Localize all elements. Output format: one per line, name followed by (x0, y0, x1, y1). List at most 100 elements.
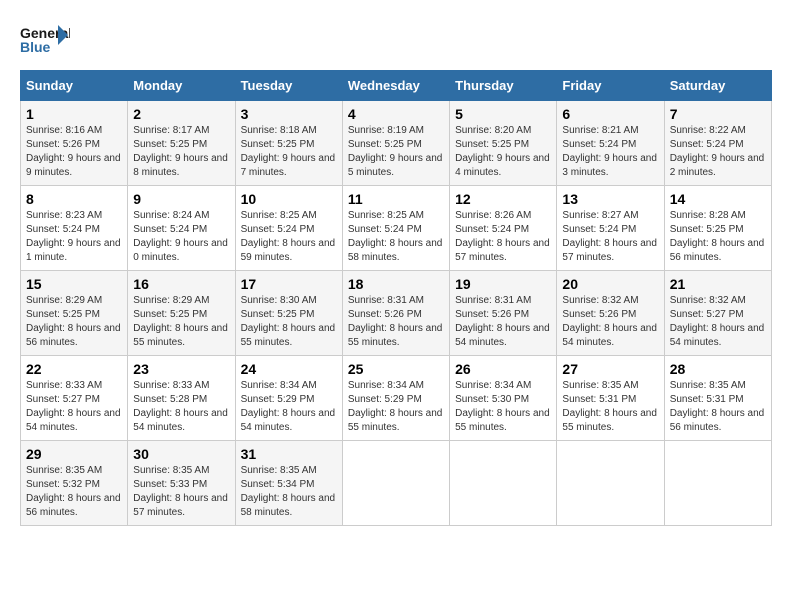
column-header-monday: Monday (128, 71, 235, 101)
day-info: Sunrise: 8:34 AMSunset: 5:29 PMDaylight:… (348, 380, 443, 433)
calendar-cell: 22 Sunrise: 8:33 AMSunset: 5:27 PMDaylig… (21, 356, 128, 441)
day-info: Sunrise: 8:27 AMSunset: 5:24 PMDaylight:… (562, 210, 657, 263)
calendar-cell: 26 Sunrise: 8:34 AMSunset: 5:30 PMDaylig… (450, 356, 557, 441)
calendar-cell: 18 Sunrise: 8:31 AMSunset: 5:26 PMDaylig… (342, 271, 449, 356)
calendar-table: SundayMondayTuesdayWednesdayThursdayFrid… (20, 70, 772, 526)
day-info: Sunrise: 8:35 AMSunset: 5:31 PMDaylight:… (562, 380, 657, 433)
day-info: Sunrise: 8:33 AMSunset: 5:28 PMDaylight:… (133, 380, 228, 433)
day-number: 26 (455, 361, 551, 377)
calendar-cell: 6 Sunrise: 8:21 AMSunset: 5:24 PMDayligh… (557, 101, 664, 186)
calendar-cell: 10 Sunrise: 8:25 AMSunset: 5:24 PMDaylig… (235, 186, 342, 271)
day-number: 15 (26, 276, 122, 292)
calendar-cell: 13 Sunrise: 8:27 AMSunset: 5:24 PMDaylig… (557, 186, 664, 271)
day-info: Sunrise: 8:23 AMSunset: 5:24 PMDaylight:… (26, 210, 121, 263)
calendar-cell: 29 Sunrise: 8:35 AMSunset: 5:32 PMDaylig… (21, 441, 128, 526)
day-number: 10 (241, 191, 337, 207)
calendar-cell: 5 Sunrise: 8:20 AMSunset: 5:25 PMDayligh… (450, 101, 557, 186)
day-number: 11 (348, 191, 444, 207)
calendar-cell: 12 Sunrise: 8:26 AMSunset: 5:24 PMDaylig… (450, 186, 557, 271)
day-info: Sunrise: 8:35 AMSunset: 5:33 PMDaylight:… (133, 465, 228, 518)
day-info: Sunrise: 8:22 AMSunset: 5:24 PMDaylight:… (670, 125, 765, 178)
day-info: Sunrise: 8:35 AMSunset: 5:34 PMDaylight:… (241, 465, 336, 518)
day-info: Sunrise: 8:17 AMSunset: 5:25 PMDaylight:… (133, 125, 228, 178)
calendar-cell: 27 Sunrise: 8:35 AMSunset: 5:31 PMDaylig… (557, 356, 664, 441)
day-info: Sunrise: 8:28 AMSunset: 5:25 PMDaylight:… (670, 210, 765, 263)
calendar-cell: 24 Sunrise: 8:34 AMSunset: 5:29 PMDaylig… (235, 356, 342, 441)
calendar-cell (342, 441, 449, 526)
day-number: 20 (562, 276, 658, 292)
day-number: 31 (241, 446, 337, 462)
calendar-cell: 14 Sunrise: 8:28 AMSunset: 5:25 PMDaylig… (664, 186, 771, 271)
column-header-thursday: Thursday (450, 71, 557, 101)
calendar-week-4: 22 Sunrise: 8:33 AMSunset: 5:27 PMDaylig… (21, 356, 772, 441)
calendar-cell: 1 Sunrise: 8:16 AMSunset: 5:26 PMDayligh… (21, 101, 128, 186)
day-number: 23 (133, 361, 229, 377)
day-number: 6 (562, 106, 658, 122)
calendar-cell: 31 Sunrise: 8:35 AMSunset: 5:34 PMDaylig… (235, 441, 342, 526)
calendar-cell: 30 Sunrise: 8:35 AMSunset: 5:33 PMDaylig… (128, 441, 235, 526)
calendar-cell: 25 Sunrise: 8:34 AMSunset: 5:29 PMDaylig… (342, 356, 449, 441)
day-info: Sunrise: 8:18 AMSunset: 5:25 PMDaylight:… (241, 125, 336, 178)
day-info: Sunrise: 8:29 AMSunset: 5:25 PMDaylight:… (133, 295, 228, 348)
column-header-saturday: Saturday (664, 71, 771, 101)
day-info: Sunrise: 8:30 AMSunset: 5:25 PMDaylight:… (241, 295, 336, 348)
day-info: Sunrise: 8:32 AMSunset: 5:26 PMDaylight:… (562, 295, 657, 348)
calendar-cell (450, 441, 557, 526)
calendar-body: 1 Sunrise: 8:16 AMSunset: 5:26 PMDayligh… (21, 101, 772, 526)
calendar-week-5: 29 Sunrise: 8:35 AMSunset: 5:32 PMDaylig… (21, 441, 772, 526)
day-number: 14 (670, 191, 766, 207)
day-info: Sunrise: 8:35 AMSunset: 5:31 PMDaylight:… (670, 380, 765, 433)
day-number: 9 (133, 191, 229, 207)
calendar-cell: 11 Sunrise: 8:25 AMSunset: 5:24 PMDaylig… (342, 186, 449, 271)
day-number: 22 (26, 361, 122, 377)
column-header-friday: Friday (557, 71, 664, 101)
day-info: Sunrise: 8:16 AMSunset: 5:26 PMDaylight:… (26, 125, 121, 178)
calendar-cell: 7 Sunrise: 8:22 AMSunset: 5:24 PMDayligh… (664, 101, 771, 186)
day-number: 25 (348, 361, 444, 377)
day-number: 13 (562, 191, 658, 207)
day-number: 30 (133, 446, 229, 462)
day-number: 1 (26, 106, 122, 122)
calendar-header: SundayMondayTuesdayWednesdayThursdayFrid… (21, 71, 772, 101)
logo: General Blue (20, 20, 74, 60)
calendar-cell: 3 Sunrise: 8:18 AMSunset: 5:25 PMDayligh… (235, 101, 342, 186)
day-number: 24 (241, 361, 337, 377)
calendar-cell: 4 Sunrise: 8:19 AMSunset: 5:25 PMDayligh… (342, 101, 449, 186)
day-number: 12 (455, 191, 551, 207)
day-info: Sunrise: 8:25 AMSunset: 5:24 PMDaylight:… (348, 210, 443, 263)
calendar-cell: 28 Sunrise: 8:35 AMSunset: 5:31 PMDaylig… (664, 356, 771, 441)
day-info: Sunrise: 8:26 AMSunset: 5:24 PMDaylight:… (455, 210, 550, 263)
day-info: Sunrise: 8:31 AMSunset: 5:26 PMDaylight:… (455, 295, 550, 348)
day-number: 29 (26, 446, 122, 462)
day-number: 8 (26, 191, 122, 207)
day-info: Sunrise: 8:20 AMSunset: 5:25 PMDaylight:… (455, 125, 550, 178)
day-info: Sunrise: 8:21 AMSunset: 5:24 PMDaylight:… (562, 125, 657, 178)
day-info: Sunrise: 8:29 AMSunset: 5:25 PMDaylight:… (26, 295, 121, 348)
day-number: 4 (348, 106, 444, 122)
calendar-cell: 2 Sunrise: 8:17 AMSunset: 5:25 PMDayligh… (128, 101, 235, 186)
column-header-sunday: Sunday (21, 71, 128, 101)
calendar-cell (557, 441, 664, 526)
day-info: Sunrise: 8:31 AMSunset: 5:26 PMDaylight:… (348, 295, 443, 348)
day-info: Sunrise: 8:34 AMSunset: 5:29 PMDaylight:… (241, 380, 336, 433)
page-header: General Blue (20, 20, 772, 60)
calendar-cell: 20 Sunrise: 8:32 AMSunset: 5:26 PMDaylig… (557, 271, 664, 356)
calendar-week-2: 8 Sunrise: 8:23 AMSunset: 5:24 PMDayligh… (21, 186, 772, 271)
calendar-cell: 8 Sunrise: 8:23 AMSunset: 5:24 PMDayligh… (21, 186, 128, 271)
calendar-cell: 17 Sunrise: 8:30 AMSunset: 5:25 PMDaylig… (235, 271, 342, 356)
day-number: 2 (133, 106, 229, 122)
day-number: 28 (670, 361, 766, 377)
calendar-week-3: 15 Sunrise: 8:29 AMSunset: 5:25 PMDaylig… (21, 271, 772, 356)
day-number: 27 (562, 361, 658, 377)
day-info: Sunrise: 8:24 AMSunset: 5:24 PMDaylight:… (133, 210, 228, 263)
day-info: Sunrise: 8:34 AMSunset: 5:30 PMDaylight:… (455, 380, 550, 433)
day-number: 16 (133, 276, 229, 292)
calendar-cell: 16 Sunrise: 8:29 AMSunset: 5:25 PMDaylig… (128, 271, 235, 356)
calendar-week-1: 1 Sunrise: 8:16 AMSunset: 5:26 PMDayligh… (21, 101, 772, 186)
calendar-cell: 21 Sunrise: 8:32 AMSunset: 5:27 PMDaylig… (664, 271, 771, 356)
day-info: Sunrise: 8:35 AMSunset: 5:32 PMDaylight:… (26, 465, 121, 518)
calendar-cell: 9 Sunrise: 8:24 AMSunset: 5:24 PMDayligh… (128, 186, 235, 271)
day-number: 7 (670, 106, 766, 122)
calendar-cell (664, 441, 771, 526)
day-number: 5 (455, 106, 551, 122)
